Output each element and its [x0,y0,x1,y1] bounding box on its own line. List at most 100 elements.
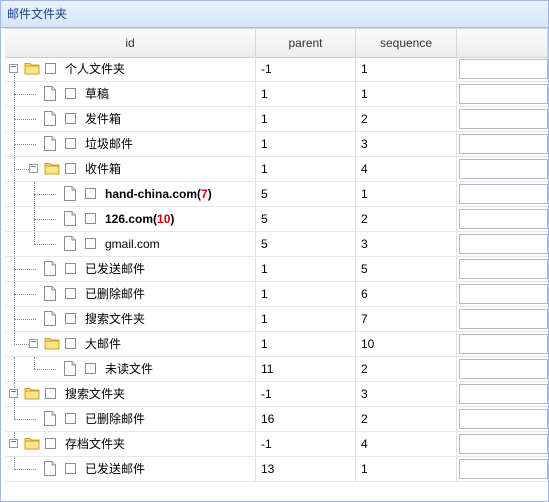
row-checkbox[interactable] [65,263,76,274]
row-checkbox[interactable] [85,363,96,374]
row-checkbox[interactable] [65,138,76,149]
folder-label[interactable]: 搜索文件夹 [85,307,145,331]
collapse-toggle-icon[interactable]: − [29,338,38,348]
table-row[interactable]: − 搜索文件夹 -1 3 [5,382,548,407]
sequence-cell: 4 [356,432,457,456]
tree-guide-line [14,182,15,206]
editor-cell [457,432,548,456]
file-icon [64,211,76,226]
table-row[interactable]: − 个人文件夹 -1 1 [5,57,548,82]
tree-guide-line [34,219,56,220]
folder-label[interactable]: 垃圾邮件 [85,132,133,156]
row-input-field[interactable] [459,109,548,129]
folder-label[interactable]: gmail.com [105,232,160,256]
row-input-field[interactable] [459,309,548,329]
folder-label[interactable]: 大邮件 [85,332,121,356]
table-row[interactable]: 草稿 1 1 [5,82,548,107]
tree-node-cell: − 收件箱 [5,157,256,181]
row-checkbox[interactable] [65,163,76,174]
table-row[interactable]: 已删除邮件 1 6 [5,282,548,307]
row-checkbox[interactable] [65,113,76,124]
row-input-field[interactable] [459,59,548,79]
folder-label[interactable]: 已删除邮件 [85,282,145,306]
mail-folder-panel: 邮件文件夹 id parent sequence − 个人文件夹 -1 1 草稿 1 1 发件… [0,0,549,502]
tree-guide-line [14,232,15,256]
tree-guide-line [14,457,15,469]
editor-cell [457,107,548,131]
sequence-cell: 5 [356,257,457,281]
folder-label[interactable]: 未读文件 [105,357,153,381]
row-input-field[interactable] [459,134,548,154]
tree-guide-line [14,319,36,320]
file-icon [44,311,56,326]
folder-label[interactable]: 已删除邮件 [85,407,145,431]
row-input-field[interactable] [459,259,548,279]
row-checkbox[interactable] [65,288,76,299]
column-header-id[interactable]: id [5,29,256,57]
folder-label[interactable]: 搜索文件夹 [65,382,125,406]
table-row[interactable]: 垃圾邮件 1 3 [5,132,548,157]
editor-cell [457,382,548,406]
sequence-cell: 3 [356,382,457,406]
table-row[interactable]: 126.com(10) 5 2 [5,207,548,232]
row-input-field[interactable] [459,159,548,179]
row-checkbox[interactable] [85,238,96,249]
row-input-field[interactable] [459,209,548,229]
column-header-sequence[interactable]: sequence [356,29,457,57]
parent-cell: -1 [256,432,356,456]
row-checkbox[interactable] [45,63,56,74]
row-checkbox[interactable] [85,188,96,199]
row-input-field[interactable] [459,434,548,454]
table-row[interactable]: hand-china.com(7) 5 1 [5,182,548,207]
table-row[interactable]: 已发送邮件 13 1 [5,457,548,482]
row-input-field[interactable] [459,334,548,354]
folder-label[interactable]: 126.com(10) [105,207,174,231]
collapse-toggle-icon[interactable]: − [29,163,38,173]
row-input-field[interactable] [459,359,548,379]
tree-node-cell: 发件箱 [5,107,256,131]
row-checkbox[interactable] [65,88,76,99]
folder-label[interactable]: hand-china.com(7) [105,182,212,206]
folder-label[interactable]: 草稿 [85,82,109,106]
table-row[interactable]: − 存档文件夹 -1 4 [5,432,548,457]
table-row[interactable]: 已发送邮件 1 5 [5,257,548,282]
table-row[interactable]: − 大邮件 1 10 [5,332,548,357]
row-input-field[interactable] [459,409,548,429]
table-row[interactable]: 发件箱 1 2 [5,107,548,132]
row-checkbox[interactable] [85,213,96,224]
table-row[interactable]: gmail.com 5 3 [5,232,548,257]
row-input-field[interactable] [459,459,548,479]
row-input-field[interactable] [459,84,548,104]
collapse-toggle-icon[interactable]: − [9,438,18,448]
editor-cell [457,307,548,331]
row-checkbox[interactable] [65,413,76,424]
row-input-field[interactable] [459,184,548,204]
folder-label[interactable]: 个人文件夹 [65,57,125,81]
folder-name: 搜索文件夹 [85,312,146,326]
row-checkbox[interactable] [45,388,56,399]
sequence-cell: 1 [356,182,457,206]
tree-guide-line [34,194,56,195]
row-input-field[interactable] [459,384,548,404]
folder-label[interactable]: 收件箱 [85,157,121,181]
folder-label[interactable]: 已发送邮件 [85,457,145,481]
column-header-parent[interactable]: parent [256,29,356,57]
row-checkbox[interactable] [65,313,76,324]
collapse-toggle-icon[interactable]: − [9,63,18,73]
table-row[interactable]: 未读文件 11 2 [5,357,548,382]
collapse-toggle-icon[interactable]: − [9,388,18,398]
sequence-cell: 2 [356,407,457,431]
folder-label[interactable]: 已发送邮件 [85,257,145,281]
row-checkbox[interactable] [45,438,56,449]
folder-label[interactable]: 存档文件夹 [65,432,125,456]
row-input-field[interactable] [459,284,548,304]
folder-label[interactable]: 发件箱 [85,107,121,131]
row-checkbox[interactable] [65,338,76,349]
row-checkbox[interactable] [65,463,76,474]
table-row[interactable]: 搜索文件夹 1 7 [5,307,548,332]
parent-cell: 1 [256,132,356,156]
table-row[interactable]: − 收件箱 1 4 [5,157,548,182]
row-input-field[interactable] [459,234,548,254]
editor-cell [457,457,548,481]
table-row[interactable]: 已删除邮件 16 2 [5,407,548,432]
